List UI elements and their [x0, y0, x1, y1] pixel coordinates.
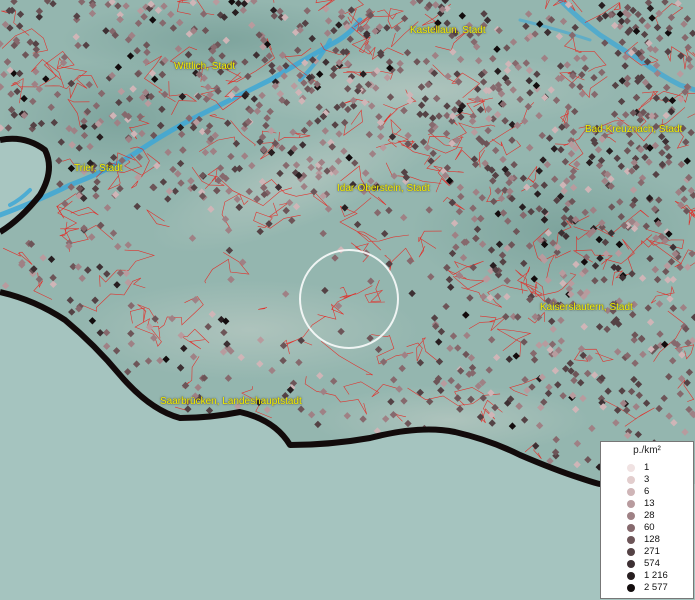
- legend-swatch: [627, 464, 635, 472]
- legend-swatch: [627, 476, 635, 484]
- legend-label: 574: [644, 558, 660, 569]
- legend-swatch: [627, 560, 635, 568]
- legend-label: 2 577: [644, 582, 668, 593]
- label-kastellaun: Kastellaun, Stadt: [410, 25, 486, 36]
- legend-label: 128: [644, 534, 660, 545]
- label-kaiserslautern: Kaiserslautern, Stadt: [540, 302, 633, 313]
- legend-label: 3: [644, 474, 650, 485]
- legend-swatch: [627, 524, 635, 532]
- legend-swatch: [627, 488, 635, 496]
- legend-swatch: [627, 548, 635, 556]
- legend-title: p./km²: [633, 445, 661, 456]
- legend-label: 6: [644, 486, 650, 497]
- legend-label: 13: [644, 498, 655, 509]
- legend-swatch: [627, 500, 635, 508]
- population-density-map[interactable]: [0, 0, 695, 600]
- label-wittlich: Wittlich, Stadt: [174, 61, 236, 72]
- label-trier: Trier, Stadt: [74, 163, 123, 174]
- label-bad-kreuznach: Bad Kreuznach, Stadt: [585, 124, 683, 135]
- legend-swatch: [627, 572, 635, 580]
- density-legend: p./km² 1 3 6 13 28 60 128 271 574 1 216 …: [600, 441, 694, 599]
- label-idar-oberstein: Idar-Oberstein, Stadt: [337, 183, 430, 194]
- legend-label: 1: [644, 462, 650, 473]
- legend-label: 1 216: [644, 570, 668, 581]
- legend-swatch: [627, 512, 635, 520]
- label-saarbruecken: Saarbrücken, Landeshauptstadt: [160, 396, 302, 407]
- legend-label: 60: [644, 522, 655, 533]
- legend-label: 271: [644, 546, 660, 557]
- legend-swatch: [627, 536, 635, 544]
- legend-label: 28: [644, 510, 655, 521]
- legend-swatch: [627, 584, 635, 592]
